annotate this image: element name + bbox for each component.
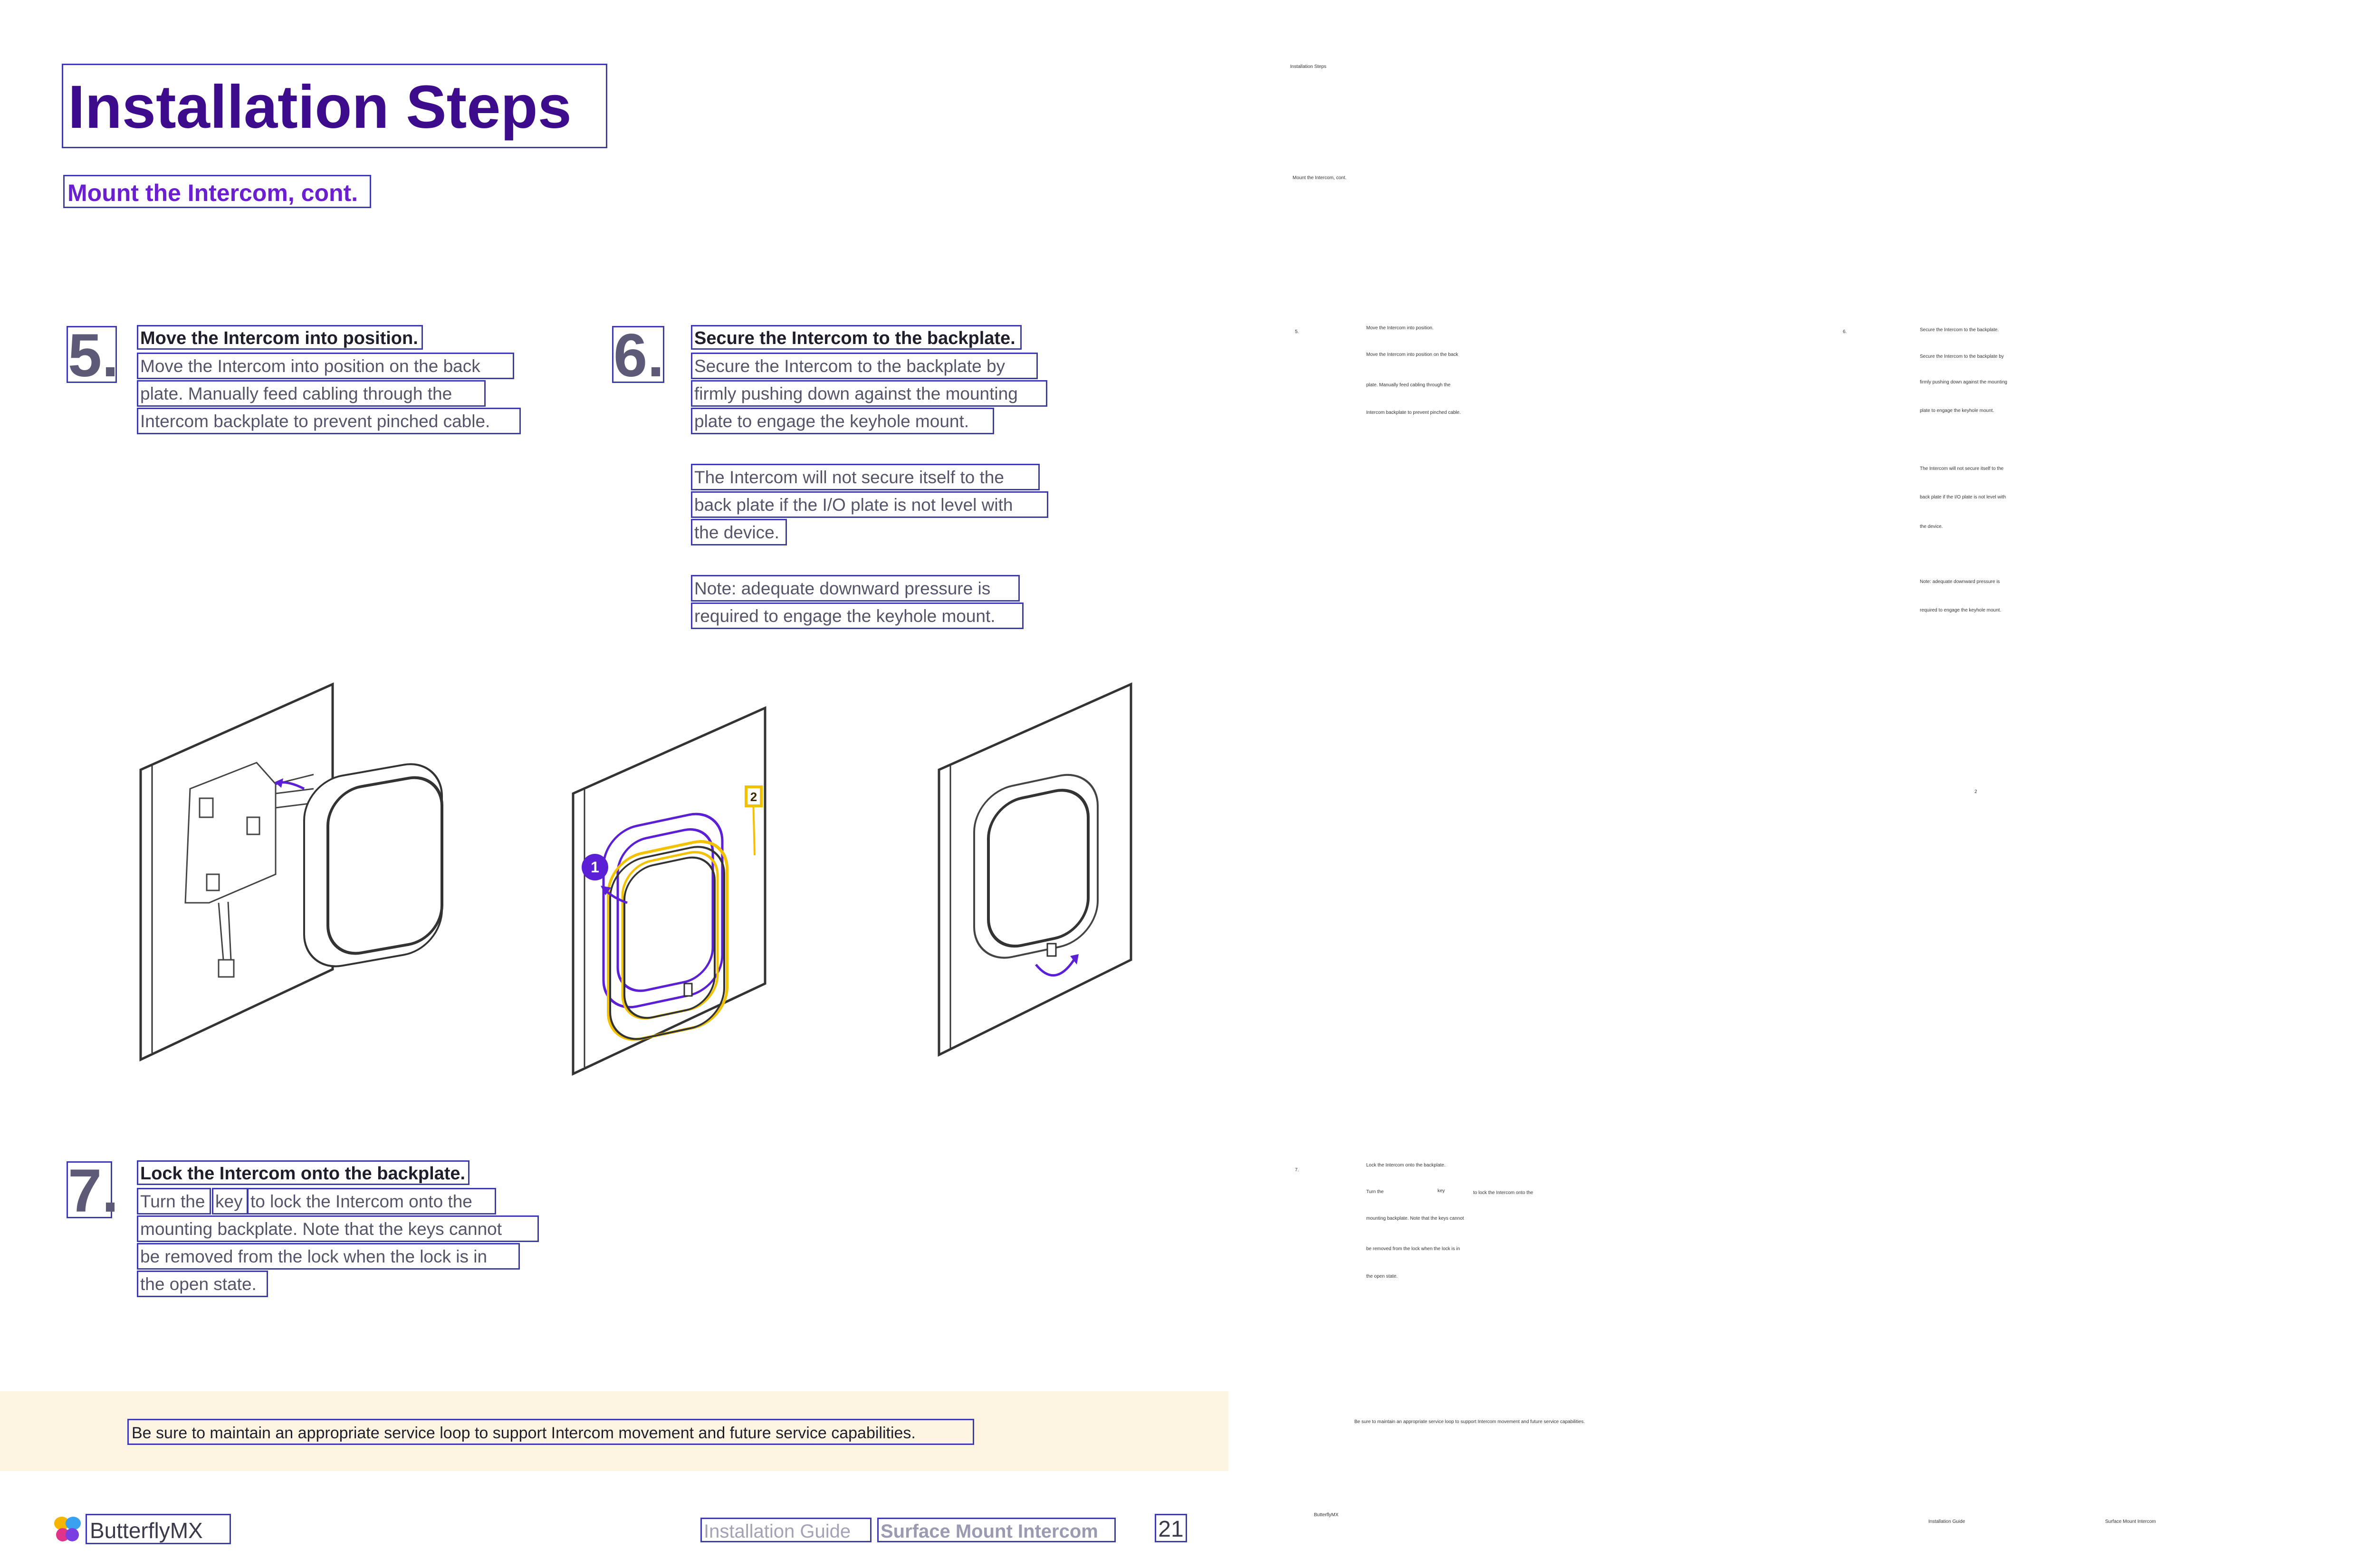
svg-text:2: 2 [750,790,757,804]
step-6-warning-line-1: The Intercom will not secure itself to t… [691,464,1040,490]
step-6-note-line-2: required to engage the keyhole mount. [691,602,1024,629]
step-5-line-1: Move the Intercom into position on the b… [137,353,514,379]
text-layer-step-7-suffix: to lock the Intercom onto the [1473,1190,1533,1195]
step-6-note-line-1: Note: adequate downward pressure is [691,575,1020,602]
text-layer-step-6-number: 6. [1843,329,1847,335]
text-layer-callout-2: 2 [1974,789,1977,794]
text-layer-step-5-line-3: Intercom backplate to prevent pinched ca… [1366,410,1461,415]
step-6-number: 6. [612,325,664,386]
step-7-number: 7. [67,1161,119,1222]
step-7-line-4: the open state. [137,1271,268,1297]
text-layer-step-7-number: 7. [1295,1167,1299,1173]
step-6-line-3: plate to engage the keyhole mount. [691,408,994,434]
step-5-line-2: plate. Manually feed cabling through the [137,380,486,407]
step-5-number: 5. [67,325,119,386]
footer-guide-title: Installation Guide [700,1518,872,1542]
text-layer-step-6-line-1: Secure the Intercom to the backplate by [1920,354,2004,359]
text-layer-step-6-line-3: plate to engage the keyhole mount. [1920,408,1994,413]
text-layer-step-6-note-1: Note: adequate downward pressure is [1920,579,2000,584]
service-loop-text: Be sure to maintain an appropriate servi… [127,1419,974,1445]
text-layer-step-6-line-2: firmly pushing down against the mounting [1920,380,2007,385]
step-7-heading: Lock the Intercom onto the backplate. [137,1160,469,1185]
step-7-key-word: key [212,1188,248,1214]
text-layer-step-7-heading: Lock the Intercom onto the backplate. [1366,1163,1446,1168]
text-layer-banner: Be sure to maintain an appropriate servi… [1354,1419,1585,1425]
text-layer-step-5-line-2: plate. Manually feed cabling through the [1366,382,1451,388]
step-6-heading: Secure the Intercom to the backplate. [691,325,1022,350]
text-layer-step-7-line-4: the open state. [1366,1274,1398,1279]
text-layer-step-6-heading: Secure the Intercom to the backplate. [1920,327,1999,333]
text-layer-step-6-warning-2: back plate if the I/O plate is not level… [1920,495,2006,500]
footer-product-name: Surface Mount Intercom [877,1518,1116,1542]
butterfly-logo-icon [54,1517,81,1541]
step-6-warning-line-3: the device. [691,519,787,545]
text-layer-step-6-warning-1: The Intercom will not secure itself to t… [1920,466,2004,471]
illustration-step-5 [139,682,443,1061]
svg-text:1: 1 [591,859,599,876]
text-layer-product: Surface Mount Intercom [2105,1519,2156,1524]
text-layer-step-6-warning-3: the device. [1920,524,1943,529]
text-layer-step-5-number: 5. [1295,329,1299,335]
illustration-step-6: 2 1 [572,706,766,1076]
text-layer-step-5-line-1: Move the Intercom into position on the b… [1366,352,1458,357]
step-6-line-2: firmly pushing down against the mounting [691,380,1047,407]
step-7-line-1-suffix: to lock the Intercom onto the [247,1188,496,1214]
section-subtitle: Mount the Intercom, cont. [63,175,371,208]
text-layer-step-7-line-3: be removed from the lock when the lock i… [1366,1246,1460,1252]
text-layer-step-7-line-2: mounting backplate. Note that the keys c… [1366,1216,1464,1221]
text-layer-title: Installation Steps [1290,64,1327,69]
step-5-line-3: Intercom backplate to prevent pinched ca… [137,408,521,434]
step-7-line-3: be removed from the lock when the lock i… [137,1243,520,1270]
text-layer-brand: ButterflyMX [1314,1512,1339,1518]
step-6-warning-line-2: back plate if the I/O plate is not level… [691,491,1048,518]
text-layer-subtitle: Mount the Intercom, cont. [1293,175,1347,181]
text-layer-step-7-key: key [1437,1188,1445,1194]
step-6-line-1: Secure the Intercom to the backplate by [691,353,1038,379]
footer-page-number: 21 [1155,1514,1187,1542]
step-7-line-1-prefix: Turn the [137,1188,211,1214]
text-layer-step-7-prefix: Turn the [1366,1189,1384,1195]
illustration-step-7 [938,682,1132,1057]
footer-brand: ButterflyMX [86,1514,231,1544]
step-5-heading: Move the Intercom into position. [137,325,423,350]
text-layer-step-5-heading: Move the Intercom into position. [1366,325,1434,331]
text-layer-guide: Installation Guide [1928,1519,1965,1524]
step-7-line-2: mounting backplate. Note that the keys c… [137,1215,539,1242]
text-layer-step-6-note-2: required to engage the keyhole mount. [1920,608,2002,613]
page-title: Installation Steps [62,64,607,148]
